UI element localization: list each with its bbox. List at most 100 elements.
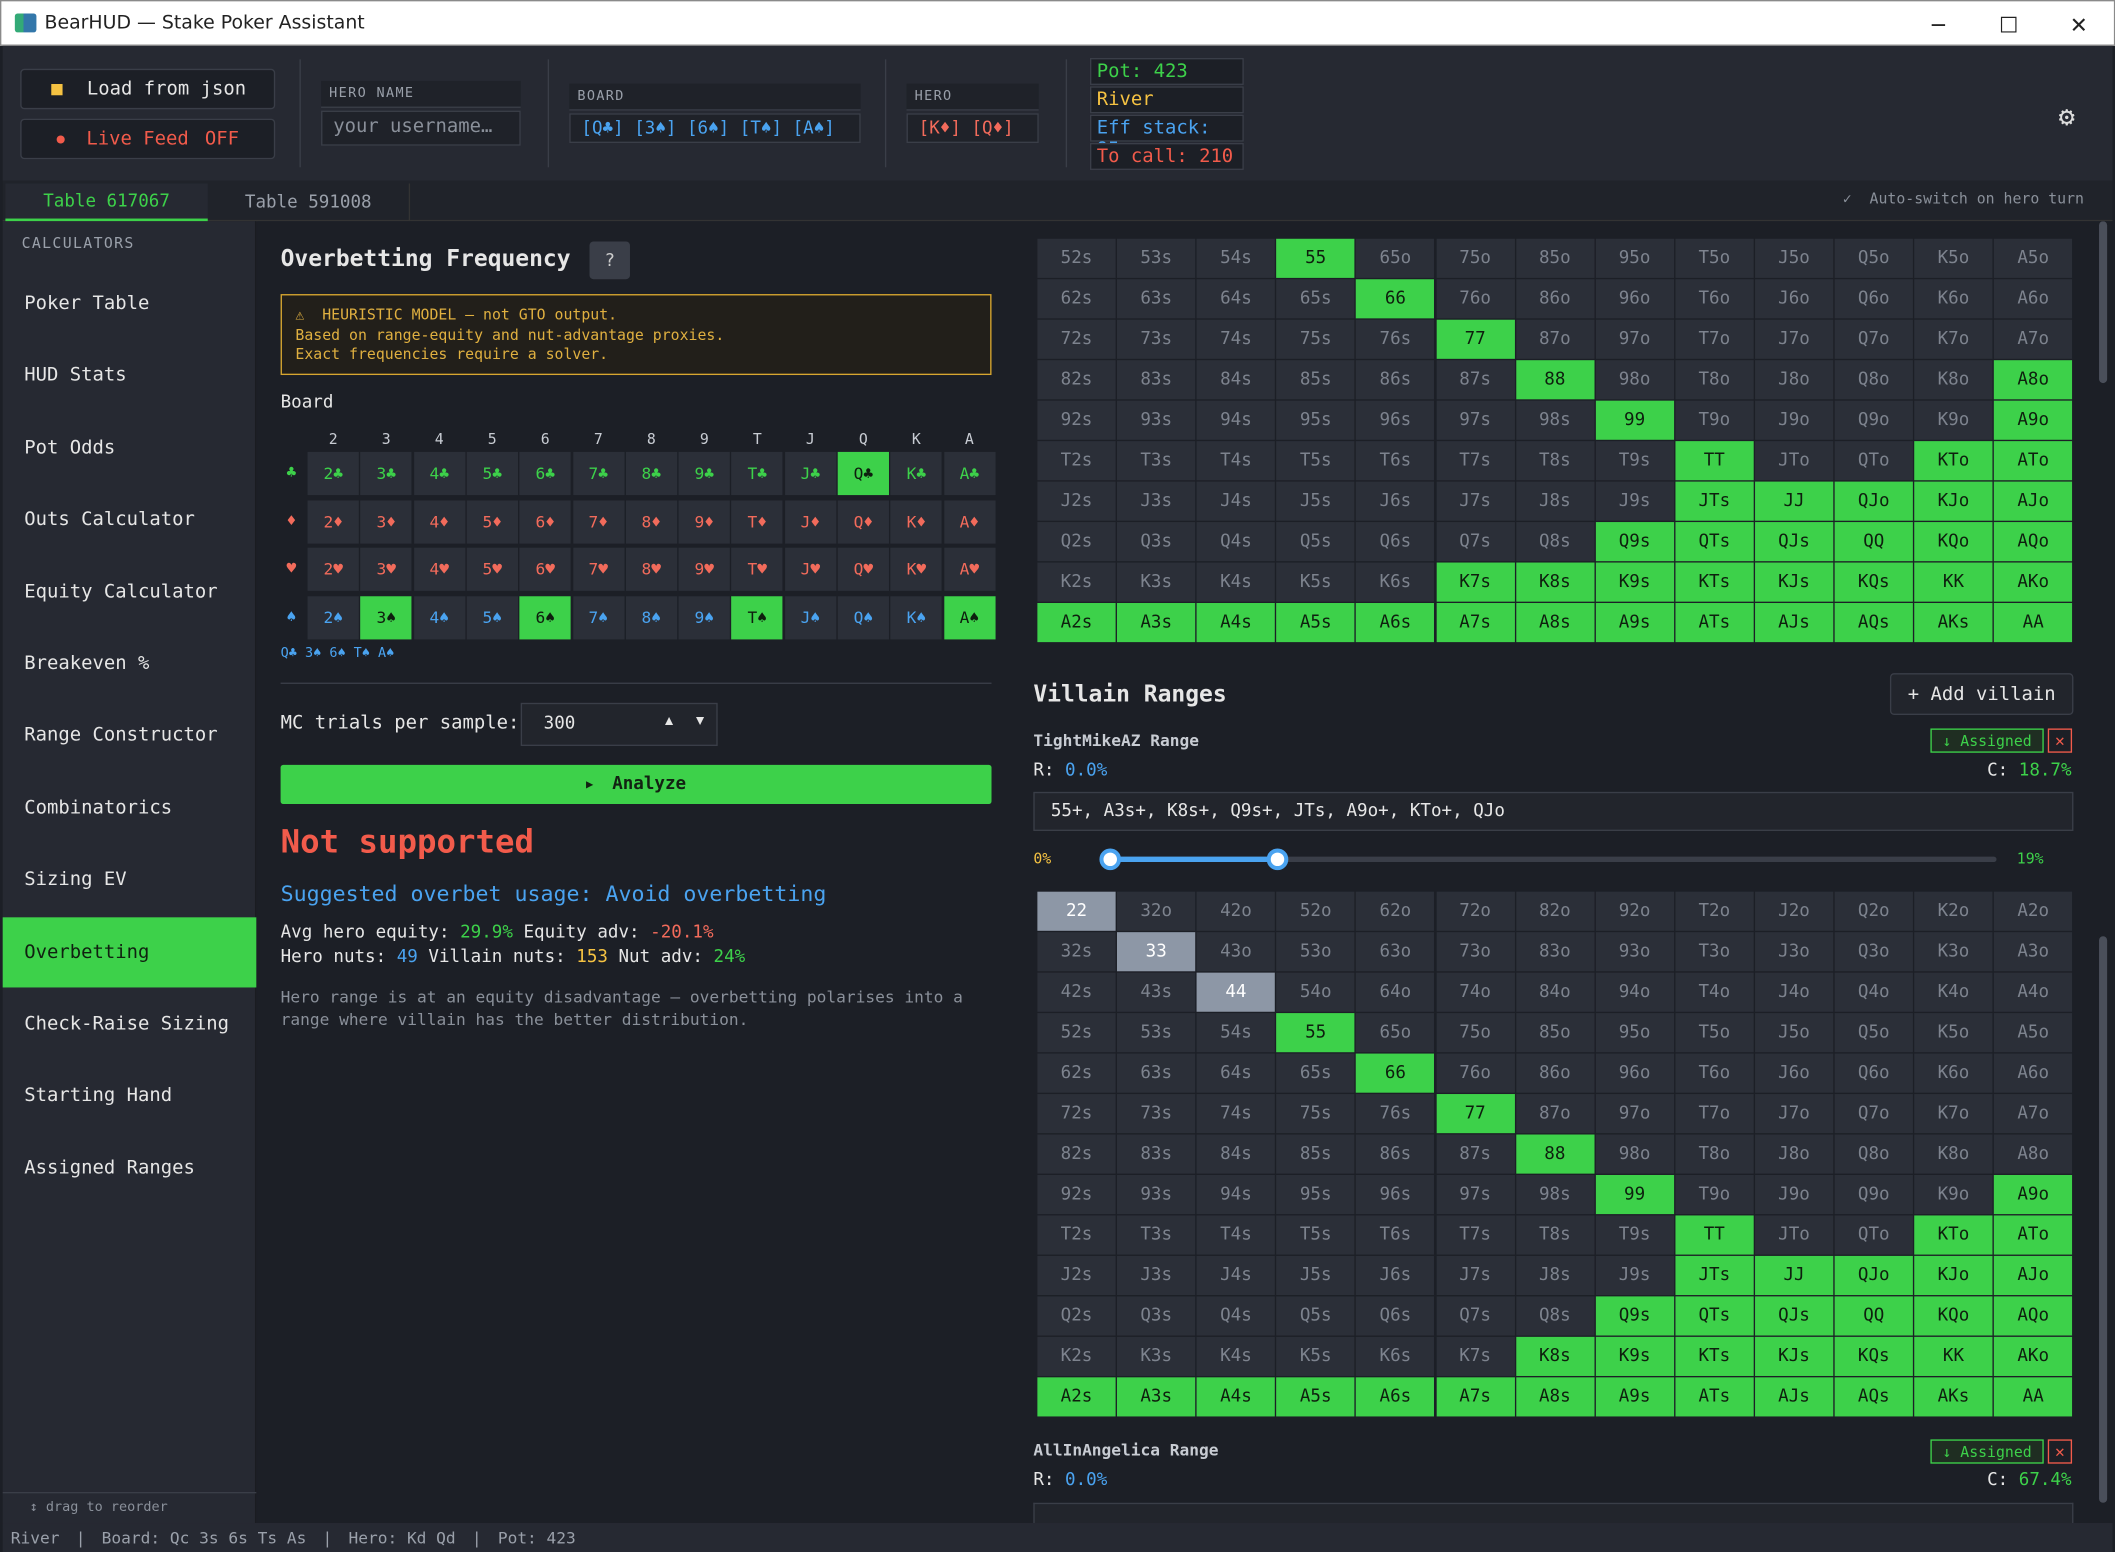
hand-cell[interactable]: J3o [1754,932,1834,972]
board-card[interactable]: 6♠ [519,595,571,639]
hand-cell[interactable]: 62o [1356,891,1435,931]
hand-cell[interactable]: 73o [1436,932,1515,972]
hand-cell[interactable]: Q5s [1276,1296,1355,1336]
hand-cell[interactable]: 86s [1356,1134,1435,1174]
board-card[interactable]: 3♥ [360,547,412,591]
hand-cell[interactable]: T8o [1675,1134,1754,1174]
hand-cell[interactable]: 98s [1515,400,1594,440]
hand-cell[interactable]: JTs [1675,481,1754,521]
hand-cell[interactable]: T9o [1675,400,1754,440]
hand-cell[interactable]: A6o [1994,279,2073,319]
hand-cell[interactable]: 93o [1595,932,1674,972]
hand-cell[interactable]: T7s [1436,1215,1515,1255]
hand-cell[interactable]: 85s [1276,360,1355,400]
hand-cell[interactable]: TT [1675,441,1754,481]
hand-cell[interactable]: Q6s [1356,1296,1435,1336]
hand-cell[interactable]: T9s [1595,1215,1674,1255]
hand-cell[interactable]: 65s [1276,1053,1355,1093]
hand-cell[interactable]: T2o [1675,891,1754,931]
hand-cell[interactable]: J2s [1037,1255,1116,1296]
hand-cell[interactable]: Q8o [1834,1134,1913,1174]
hand-cell[interactable]: JTo [1754,1215,1834,1255]
board-card[interactable]: 6♥ [519,547,571,591]
hand-cell[interactable]: 76o [1436,279,1515,319]
hand-cell[interactable]: QJo [1834,1255,1913,1296]
hand-cell[interactable]: 32o [1117,891,1196,931]
hand-cell[interactable]: QQ [1834,522,1913,562]
hand-cell[interactable]: Q2s [1037,1296,1116,1336]
hand-cell[interactable]: KQs [1834,562,1913,602]
villain-1-range-input[interactable]: 55+, A3s+, K8s+, Q9s+, JTs, A9o+, KTo+, … [1033,791,2074,831]
hand-cell[interactable]: 44 [1196,972,1276,1012]
hand-cell[interactable]: QJs [1754,1296,1834,1336]
hand-cell[interactable]: J2o [1754,891,1834,931]
hand-cell[interactable]: T5s [1276,1215,1355,1255]
spin-down-icon[interactable]: ▼ [696,714,704,729]
board-card[interactable]: 6♣ [519,451,571,496]
hand-cell[interactable]: 86o [1515,1053,1594,1093]
hand-cell[interactable]: 65s [1276,279,1355,319]
hand-cell[interactable]: AQo [1994,522,2073,562]
hand-cell[interactable]: Q4s [1196,522,1276,562]
hand-cell[interactable]: 63s [1117,1053,1196,1093]
sidebar-item-hud-stats[interactable]: HUD Stats [3,340,257,410]
board-card[interactable]: K♣ [890,451,943,496]
board-card[interactable]: 4♥ [413,547,465,591]
hand-cell[interactable]: 82s [1037,360,1116,400]
hand-cell[interactable]: 74o [1436,972,1515,1012]
hand-cell[interactable]: 84s [1196,360,1276,400]
board-card[interactable]: 4♦ [413,499,465,543]
hand-cell[interactable]: 62s [1037,279,1116,319]
hand-cell[interactable]: A5o [1994,238,2073,278]
hand-cell[interactable]: Q8s [1515,1296,1594,1336]
hand-cell[interactable]: Q3o [1834,932,1913,972]
hand-cell[interactable]: K8o [1914,1134,1993,1174]
hand-cell[interactable]: A9s [1595,603,1674,643]
hand-cell[interactable]: A8o [1994,360,2073,400]
hand-cell[interactable]: 64o [1356,972,1435,1012]
hand-cell[interactable]: K5s [1276,1336,1355,1376]
hand-cell[interactable]: AKs [1914,1377,1993,1417]
hand-cell[interactable]: T7o [1675,1094,1754,1134]
hand-cell[interactable]: A5s [1276,603,1355,643]
hand-cell[interactable]: 53o [1276,932,1355,972]
hand-cell[interactable]: J9s [1595,481,1674,521]
hand-cell[interactable]: KJs [1754,1336,1834,1376]
hand-cell[interactable]: 95s [1276,1174,1355,1215]
hand-cell[interactable]: AA [1994,603,2073,643]
hand-cell[interactable]: 85s [1276,1134,1355,1174]
hand-cell[interactable]: KTo [1914,1215,1993,1255]
hand-cell[interactable]: 63o [1356,932,1435,972]
hand-cell[interactable]: KK [1914,562,1993,602]
sidebar-item-outs-calculator[interactable]: Outs Calculator [3,485,257,555]
sidebar-item-breakeven[interactable]: Breakeven % [3,629,257,699]
board-card[interactable]: Q♣ [837,451,889,496]
hand-cell[interactable]: 63s [1117,279,1196,319]
hand-cell[interactable]: J8o [1754,360,1834,400]
mc-trials-spinbox[interactable]: 300 ▲ ▼ [520,702,718,746]
hand-cell[interactable]: 54s [1196,238,1276,278]
hand-cell[interactable]: T8s [1515,1215,1594,1255]
board-card[interactable]: T♦ [731,499,783,543]
hand-cell[interactable]: KK [1914,1336,1993,1376]
hand-cell[interactable]: J9o [1754,400,1834,440]
analyze-button[interactable]: ▶ Analyze [280,764,992,805]
board-card[interactable]: 2♥ [307,547,359,591]
hand-cell[interactable]: 96o [1595,279,1674,319]
hand-cell[interactable]: J7s [1436,1255,1515,1296]
hand-cell[interactable]: K6o [1914,1053,1993,1093]
hand-cell[interactable]: 88 [1515,1134,1594,1174]
hand-cell[interactable]: K4s [1196,562,1276,602]
hand-cell[interactable]: 82o [1515,891,1594,931]
hand-cell[interactable]: QTo [1834,1215,1913,1255]
hand-cell[interactable]: K5o [1914,1013,1993,1053]
hand-cell[interactable]: K7o [1914,1094,1993,1134]
hand-cell[interactable]: 43o [1196,932,1276,972]
auto-switch-checkbox[interactable]: ✓ Auto-switch on hero turn [1843,190,2084,208]
hand-cell[interactable]: T7o [1675,319,1754,359]
hand-cell[interactable]: 92s [1037,1174,1116,1215]
hand-cell[interactable]: A8s [1515,603,1594,643]
sidebar-item-check-raise-sizing[interactable]: Check-Raise Sizing [3,989,257,1059]
hand-cell[interactable]: Q3s [1117,522,1196,562]
hand-cell[interactable]: AJo [1994,481,2073,521]
